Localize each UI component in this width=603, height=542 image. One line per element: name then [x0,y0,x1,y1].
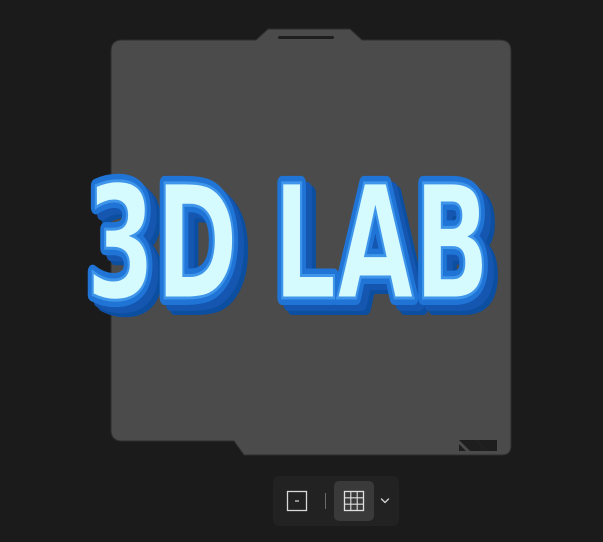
grid-toggle-button[interactable] [334,481,374,521]
view-toolbar [273,476,399,526]
model-text-face: 3D LAB [86,152,490,320]
3d-viewport[interactable]: 3D LAB 3D LAB 3D LAB 3D LAB [0,0,603,542]
grid-options-dropdown[interactable] [376,491,394,511]
view-frame-icon [286,490,308,512]
grid-icon [343,490,365,512]
chevron-down-icon [380,498,390,504]
bed-3d-text-model[interactable]: 3D LAB 3D LAB 3D LAB 3D LAB [0,150,603,320]
bed-handle-slot [278,36,334,39]
view-frame-button[interactable] [277,481,317,521]
toolbar-divider [325,493,326,509]
